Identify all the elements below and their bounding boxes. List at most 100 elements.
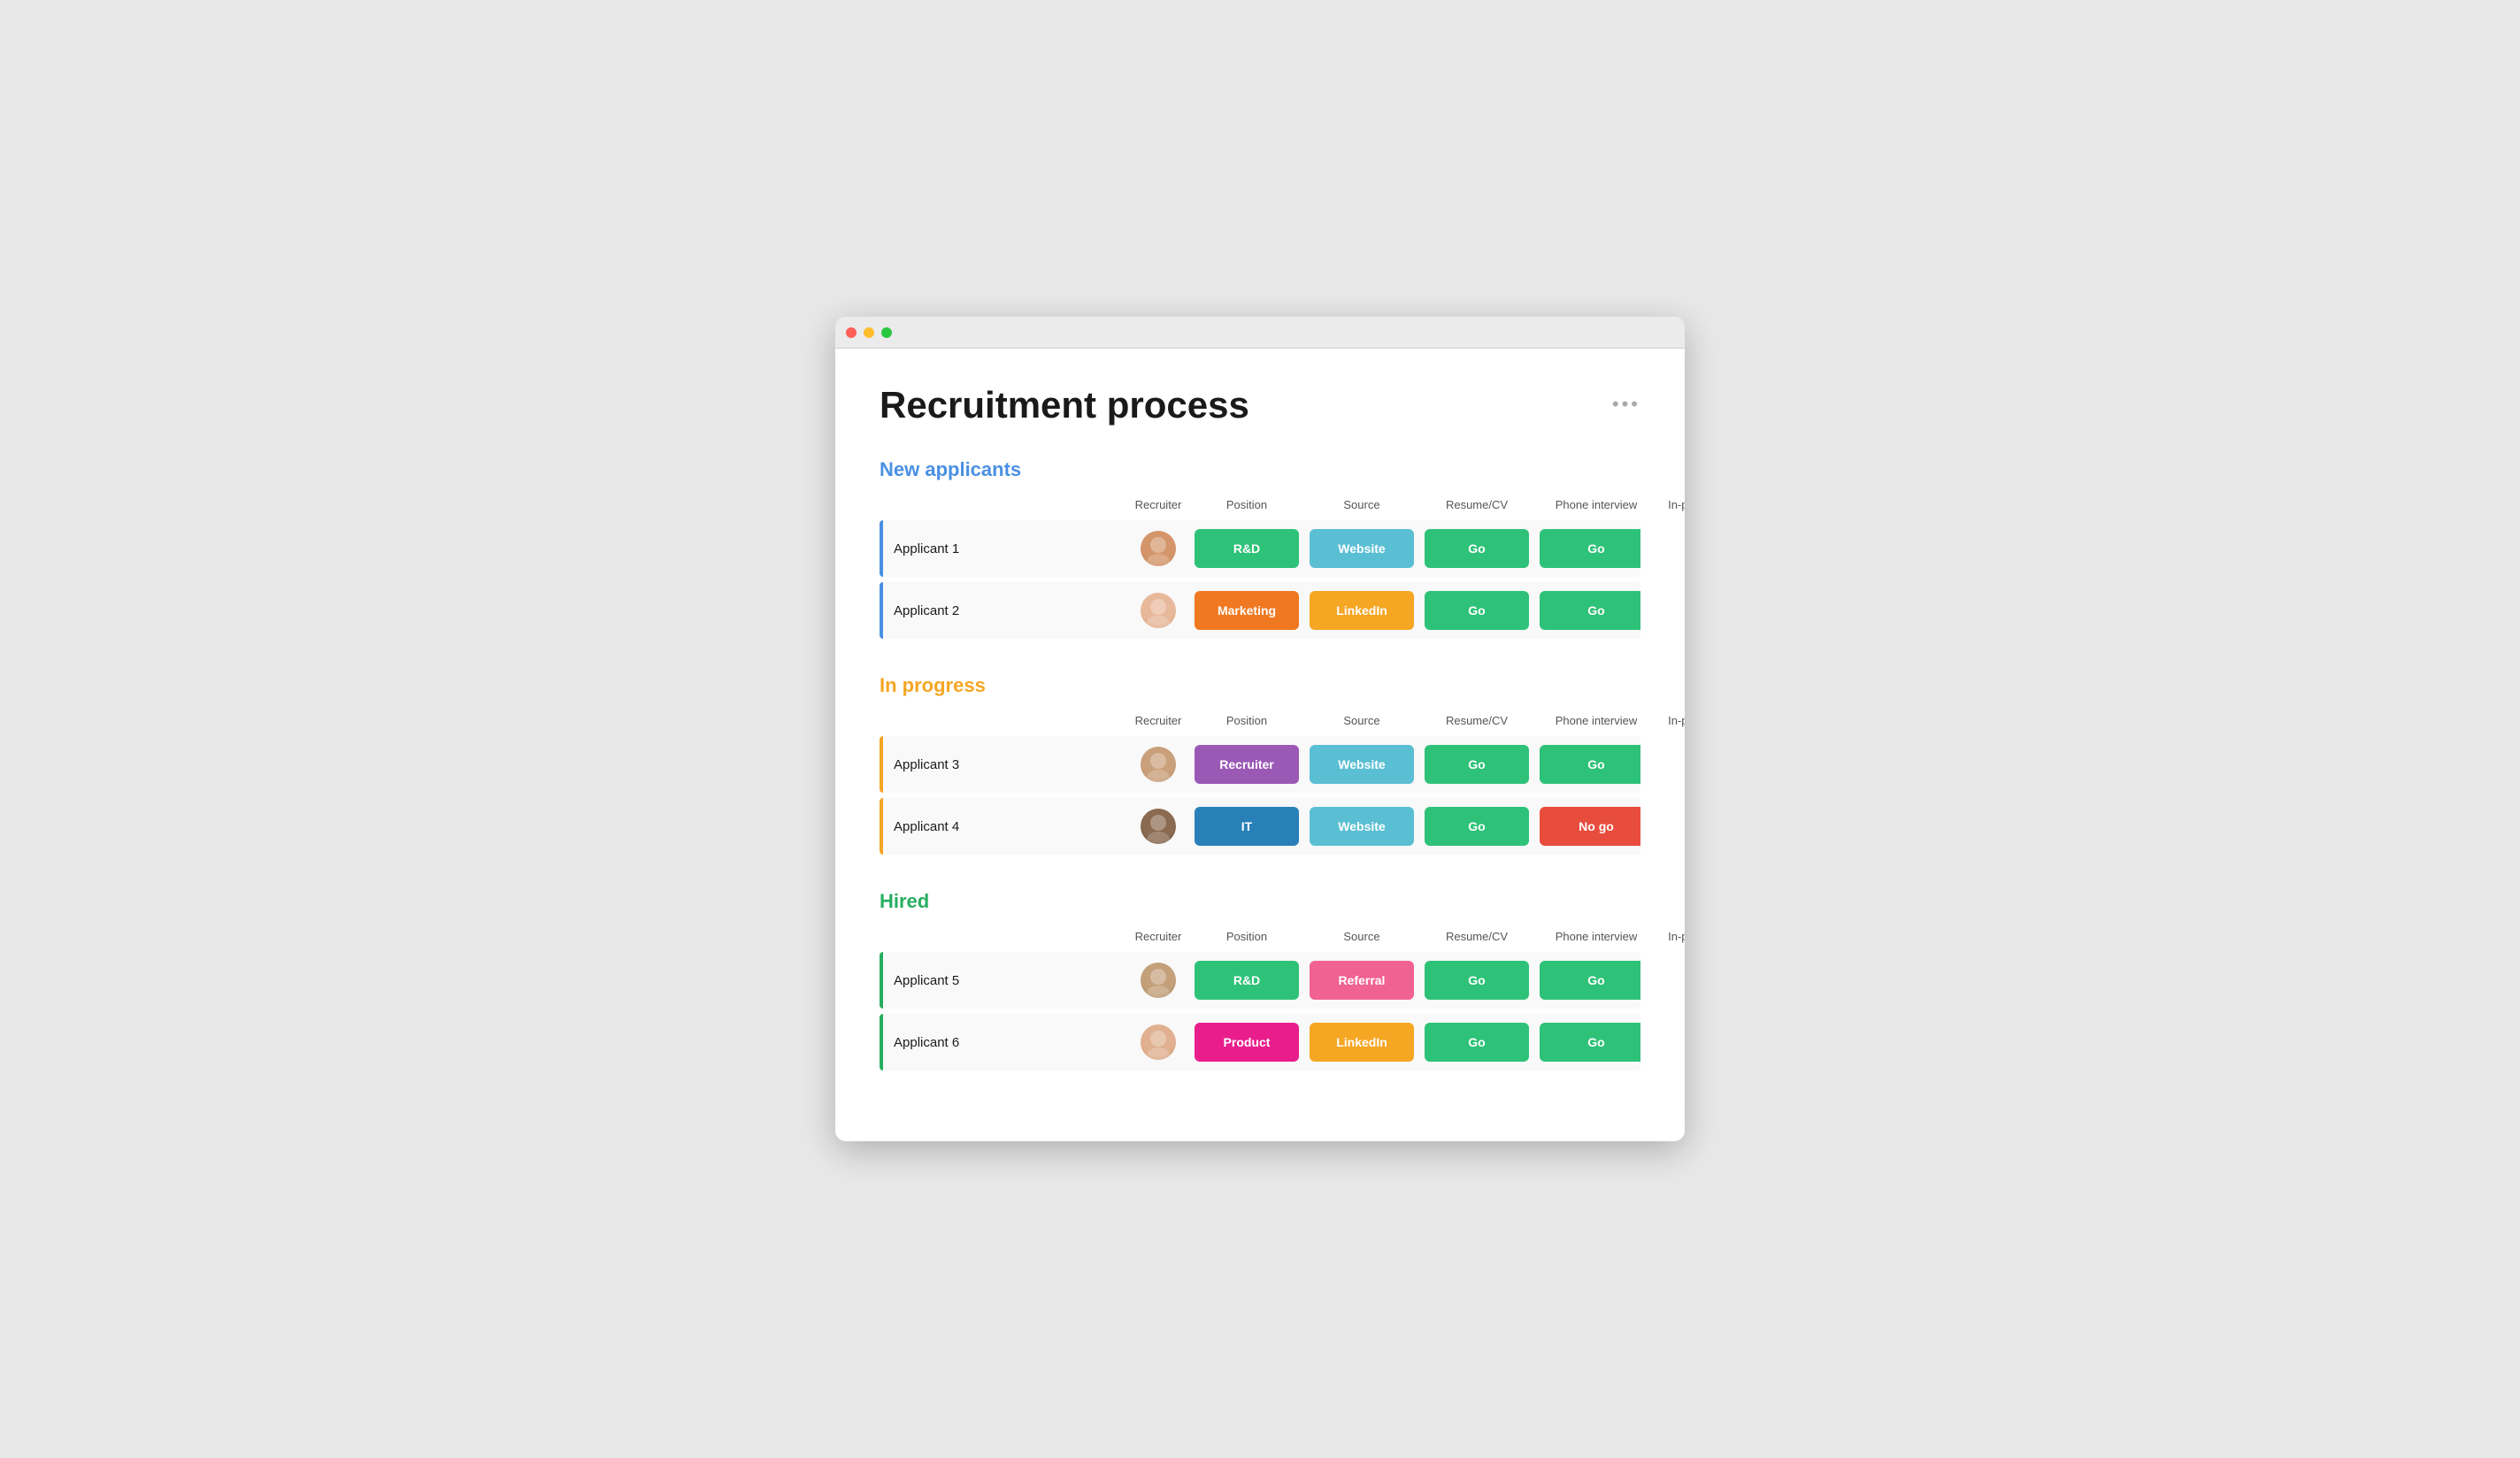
avatar xyxy=(1141,747,1176,782)
section-hired: Hired RecruiterPositionSourceResume/CVPho… xyxy=(880,890,1640,1070)
col-label-5-new-applicants: Phone interview xyxy=(1534,498,1658,511)
position-tag: IT xyxy=(1195,807,1299,846)
col-label-5-hired: Phone interview xyxy=(1534,930,1658,943)
position-tag: R&D xyxy=(1195,529,1299,568)
phone-interview-cell[interactable]: Go xyxy=(1534,520,1640,577)
phone-interview-tag: Go xyxy=(1540,529,1640,568)
position-cell[interactable]: IT xyxy=(1189,798,1304,855)
section-title-new-applicants: New applicants xyxy=(880,458,1640,481)
avatar xyxy=(1141,1024,1176,1060)
applicant-name: Applicant 6 xyxy=(894,1035,959,1050)
table-row[interactable]: Applicant 1 R&DWebsiteGoGo xyxy=(880,520,1640,577)
position-cell[interactable]: R&D xyxy=(1189,952,1304,1009)
col-label-5-in-progress: Phone interview xyxy=(1534,714,1658,727)
phone-interview-cell[interactable]: Go xyxy=(1534,736,1640,793)
col-label-2-hired: Position xyxy=(1189,930,1304,943)
table-row[interactable]: Applicant 6 ProductLinkedInGoGoGo xyxy=(880,1014,1640,1070)
section-title-hired: Hired xyxy=(880,890,1640,913)
avatar xyxy=(1141,809,1176,844)
source-cell[interactable]: Website xyxy=(1304,520,1419,577)
source-tag: Website xyxy=(1310,745,1414,784)
applicant-name-cell: Applicant 5 xyxy=(880,952,1127,1009)
table-row[interactable]: Applicant 4 ITWebsiteGoNo go xyxy=(880,798,1640,855)
position-tag: Recruiter xyxy=(1195,745,1299,784)
applicant-name: Applicant 5 xyxy=(894,973,959,988)
recruiter-cell xyxy=(1127,798,1189,855)
phone-interview-cell[interactable]: No go xyxy=(1534,798,1640,855)
app-window: Recruitment process ••• New applicants Re… xyxy=(835,317,1685,1141)
col-label-2-in-progress: Position xyxy=(1189,714,1304,727)
resume-cell[interactable]: Go xyxy=(1419,1014,1534,1070)
source-cell[interactable]: LinkedIn xyxy=(1304,582,1419,639)
position-tag: Product xyxy=(1195,1023,1299,1062)
recruiter-cell xyxy=(1127,952,1189,1009)
main-content: Recruitment process ••• New applicants Re… xyxy=(835,349,1685,1141)
close-dot[interactable] xyxy=(846,327,857,338)
avatar xyxy=(1141,593,1176,628)
applicant-name: Applicant 4 xyxy=(894,819,959,834)
fullscreen-dot[interactable] xyxy=(881,327,892,338)
col-label-inperson-new-applicants: In-person interview+ xyxy=(1658,494,1685,515)
phone-interview-cell[interactable]: Go xyxy=(1534,582,1640,639)
col-label-3-hired: Source xyxy=(1304,930,1419,943)
applicant-name: Applicant 3 xyxy=(894,757,959,772)
table-row[interactable]: Applicant 3 Recruiter Website Go Go xyxy=(880,736,1640,793)
resume-cell[interactable]: Go xyxy=(1419,798,1534,855)
col-label-4-in-progress: Resume/CV xyxy=(1419,714,1534,727)
position-cell[interactable]: Recruiter xyxy=(1189,736,1304,793)
col-label-1-in-progress: Recruiter xyxy=(1127,714,1189,727)
position-cell[interactable]: Marketing xyxy=(1189,582,1304,639)
col-label-3-in-progress: Source xyxy=(1304,714,1419,727)
source-tag: LinkedIn xyxy=(1310,591,1414,630)
more-options-icon[interactable]: ••• xyxy=(1612,393,1640,416)
resume-tag: Go xyxy=(1425,961,1529,1000)
table-row[interactable]: Applicant 2 MarketingLinkedInGoGo xyxy=(880,582,1640,639)
col-label-inperson-hired: In-person interview+ xyxy=(1658,925,1685,947)
resume-cell[interactable]: Go xyxy=(1419,952,1534,1009)
section-title-in-progress: In progress xyxy=(880,674,1640,697)
source-tag: LinkedIn xyxy=(1310,1023,1414,1062)
titlebar xyxy=(835,317,1685,349)
applicant-name-cell: Applicant 2 xyxy=(880,582,1127,639)
page-title: Recruitment process xyxy=(880,384,1249,426)
source-cell[interactable]: Website xyxy=(1304,736,1419,793)
source-cell[interactable]: Referral xyxy=(1304,952,1419,1009)
sections-container: New applicantsRecruiterPositionSourceRes… xyxy=(880,458,1640,1070)
col-label-inperson-in-progress: In-person interview+ xyxy=(1658,710,1685,731)
recruiter-cell xyxy=(1127,1014,1189,1070)
phone-interview-cell[interactable]: Go xyxy=(1534,952,1640,1009)
table-hired: RecruiterPositionSourceResume/CVPhone in… xyxy=(880,925,1640,1070)
position-tag: R&D xyxy=(1195,961,1299,1000)
source-cell[interactable]: LinkedIn xyxy=(1304,1014,1419,1070)
source-cell[interactable]: Website xyxy=(1304,798,1419,855)
resume-cell[interactable]: Go xyxy=(1419,582,1534,639)
recruiter-cell xyxy=(1127,582,1189,639)
phone-interview-tag: Go xyxy=(1540,745,1640,784)
resume-tag: Go xyxy=(1425,745,1529,784)
section-new-applicants: New applicants RecruiterPositionSourceRes… xyxy=(880,458,1640,639)
applicant-name-cell: Applicant 6 xyxy=(880,1014,1127,1070)
position-cell[interactable]: Product xyxy=(1189,1014,1304,1070)
resume-cell[interactable]: Go xyxy=(1419,520,1534,577)
phone-interview-tag: Go xyxy=(1540,961,1640,1000)
source-tag: Referral xyxy=(1310,961,1414,1000)
minimize-dot[interactable] xyxy=(864,327,874,338)
table-header-hired: RecruiterPositionSourceResume/CVPhone in… xyxy=(880,925,1640,952)
phone-interview-cell[interactable]: Go xyxy=(1534,1014,1640,1070)
avatar xyxy=(1141,963,1176,998)
section-in-progress: In progressRecruiterPositionSourceResume… xyxy=(880,674,1640,855)
applicant-name-cell: Applicant 1 xyxy=(880,520,1127,577)
resume-tag: Go xyxy=(1425,1023,1529,1062)
resume-cell[interactable]: Go xyxy=(1419,736,1534,793)
applicant-name: Applicant 2 xyxy=(894,603,959,618)
table-in-progress: RecruiterPositionSourceResume/CVPhone in… xyxy=(880,710,1640,855)
col-label-3-new-applicants: Source xyxy=(1304,498,1419,511)
position-cell[interactable]: R&D xyxy=(1189,520,1304,577)
col-label-1-hired: Recruiter xyxy=(1127,930,1189,943)
phone-interview-tag: No go xyxy=(1540,807,1640,846)
col-label-4-new-applicants: Resume/CV xyxy=(1419,498,1534,511)
col-label-2-new-applicants: Position xyxy=(1189,498,1304,511)
table-header-new-applicants: RecruiterPositionSourceResume/CVPhone in… xyxy=(880,494,1640,520)
table-row[interactable]: Applicant 5 R&DReferralGoGoGo xyxy=(880,952,1640,1009)
table-header-in-progress: RecruiterPositionSourceResume/CVPhone in… xyxy=(880,710,1640,736)
